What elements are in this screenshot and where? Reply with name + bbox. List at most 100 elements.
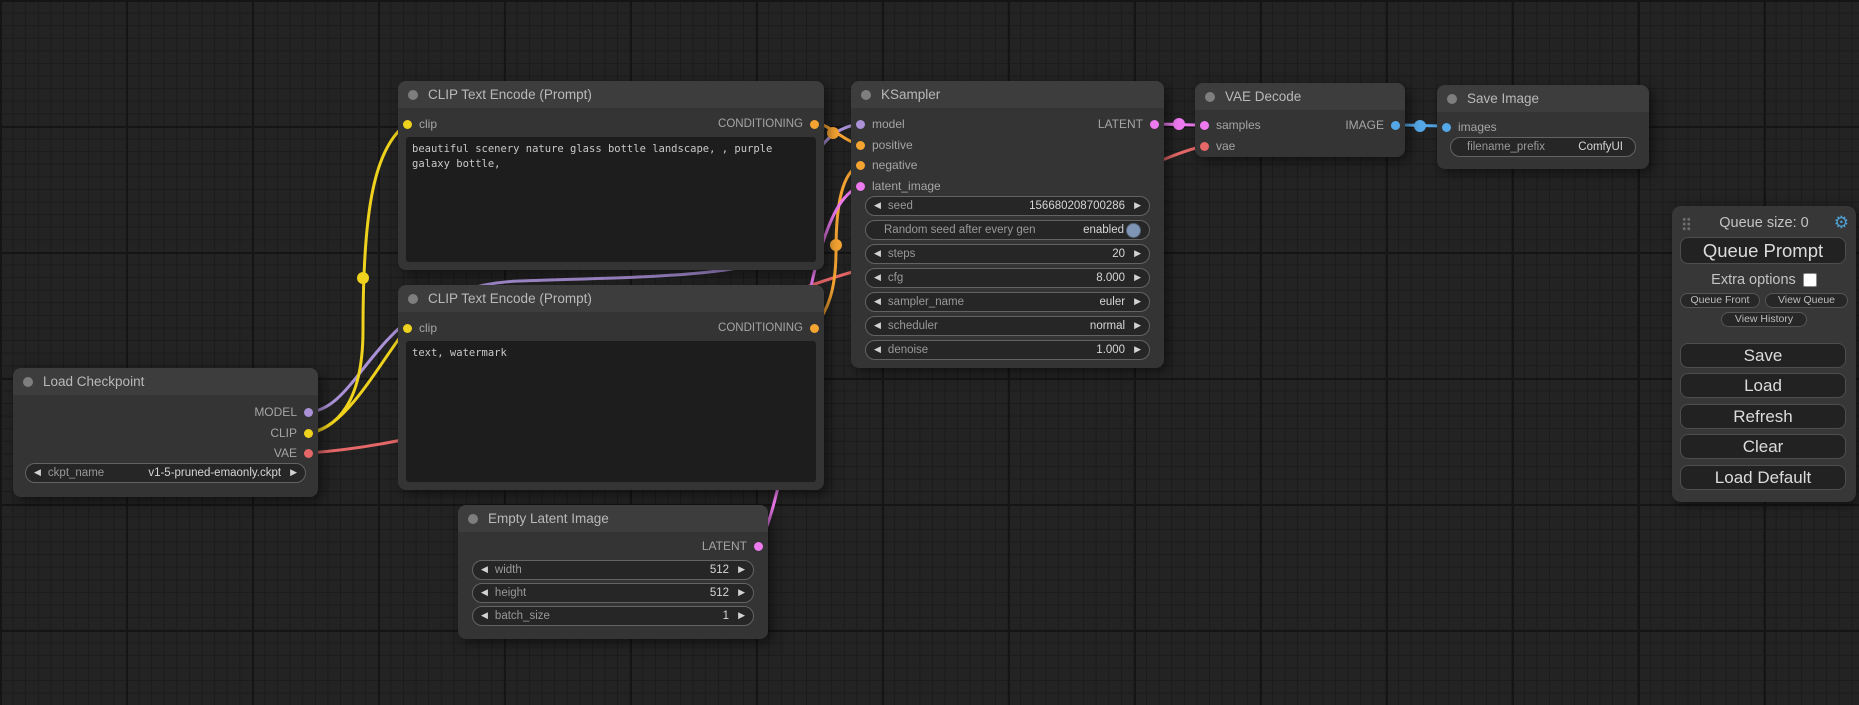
node-graph-canvas[interactable]: Load Checkpoint MODEL CLIP VAE ◀ ckpt_na… bbox=[0, 0, 1859, 705]
image-slot-dot-icon[interactable] bbox=[1391, 121, 1400, 130]
node-title-bar[interactable]: VAE Decode bbox=[1195, 83, 1405, 110]
output-slot-conditioning[interactable]: CONDITIONING bbox=[718, 116, 819, 132]
input-slot-model[interactable]: model bbox=[856, 116, 905, 132]
scheduler-widget[interactable]: ◀ scheduler normal ▶ bbox=[865, 316, 1150, 336]
next-value-arrow-icon[interactable]: ▶ bbox=[290, 468, 297, 478]
node-ksampler[interactable]: KSampler model positive negative latent_… bbox=[851, 81, 1164, 368]
prev-value-arrow-icon[interactable]: ◀ bbox=[34, 468, 41, 478]
output-slot-latent[interactable]: LATENT bbox=[702, 538, 763, 554]
collapse-dot-icon[interactable] bbox=[1447, 94, 1457, 104]
conditioning-slot-dot-icon[interactable] bbox=[856, 161, 865, 170]
next-value-arrow-icon[interactable]: ▶ bbox=[738, 588, 745, 598]
node-load-checkpoint[interactable]: Load Checkpoint MODEL CLIP VAE ◀ ckpt_na… bbox=[13, 368, 318, 497]
input-slot-clip[interactable]: clip bbox=[403, 320, 437, 336]
model-slot-dot-icon[interactable] bbox=[856, 120, 865, 129]
sampler-name-widget[interactable]: ◀ sampler_name euler ▶ bbox=[865, 292, 1150, 312]
prev-value-arrow-icon[interactable]: ◀ bbox=[481, 611, 488, 621]
prev-value-arrow-icon[interactable]: ◀ bbox=[874, 249, 881, 259]
view-queue-button[interactable]: View Queue bbox=[1765, 293, 1848, 308]
conditioning-slot-dot-icon[interactable] bbox=[810, 324, 819, 333]
node-title-bar[interactable]: KSampler bbox=[851, 81, 1164, 108]
load-default-button[interactable]: Load Default bbox=[1680, 465, 1846, 490]
node-title-bar[interactable]: Empty Latent Image bbox=[458, 505, 768, 532]
batch-size-widget[interactable]: ◀ batch_size 1 ▶ bbox=[472, 606, 754, 626]
input-slot-clip[interactable]: clip bbox=[403, 116, 437, 132]
ckpt-name-widget[interactable]: ◀ ckpt_name v1-5-pruned-emaonly.ckpt ▶ bbox=[25, 463, 306, 483]
node-vae-decode[interactable]: VAE Decode samples vae IMAGE bbox=[1195, 83, 1405, 157]
queue-front-button[interactable]: Queue Front bbox=[1680, 293, 1760, 308]
view-history-button[interactable]: View History bbox=[1721, 312, 1807, 327]
node-empty-latent-image[interactable]: Empty Latent Image LATENT ◀ width 512 ▶ … bbox=[458, 505, 768, 639]
output-slot-image[interactable]: IMAGE bbox=[1345, 117, 1400, 133]
node-title-bar[interactable]: CLIP Text Encode (Prompt) bbox=[398, 285, 824, 312]
prev-value-arrow-icon[interactable]: ◀ bbox=[481, 565, 488, 575]
next-value-arrow-icon[interactable]: ▶ bbox=[1134, 345, 1141, 355]
node-clip-text-encode-negative[interactable]: CLIP Text Encode (Prompt) clip CONDITION… bbox=[398, 285, 824, 490]
node-clip-text-encode-positive[interactable]: CLIP Text Encode (Prompt) clip CONDITION… bbox=[398, 81, 824, 270]
next-value-arrow-icon[interactable]: ▶ bbox=[1134, 249, 1141, 259]
prev-value-arrow-icon[interactable]: ◀ bbox=[874, 273, 881, 283]
node-save-image[interactable]: Save Image images filename_prefix ComfyU… bbox=[1437, 85, 1649, 169]
seed-widget[interactable]: ◀ seed 156680208700286 ▶ bbox=[865, 196, 1150, 216]
negative-prompt-textarea[interactable]: text, watermark bbox=[406, 341, 816, 482]
denoise-widget[interactable]: ◀ denoise 1.000 ▶ bbox=[865, 340, 1150, 360]
next-value-arrow-icon[interactable]: ▶ bbox=[738, 611, 745, 621]
collapse-dot-icon[interactable] bbox=[861, 90, 871, 100]
prev-value-arrow-icon[interactable]: ◀ bbox=[874, 297, 881, 307]
model-slot-dot-icon[interactable] bbox=[304, 408, 313, 417]
clip-slot-dot-icon[interactable] bbox=[403, 120, 412, 129]
node-title-bar[interactable]: Save Image bbox=[1437, 85, 1649, 112]
collapse-dot-icon[interactable] bbox=[468, 514, 478, 524]
steps-widget[interactable]: ◀ steps 20 ▶ bbox=[865, 244, 1150, 264]
height-widget[interactable]: ◀ height 512 ▶ bbox=[472, 583, 754, 603]
input-slot-negative[interactable]: negative bbox=[856, 157, 917, 173]
toggle-enabled-icon[interactable] bbox=[1126, 223, 1141, 238]
vae-slot-dot-icon[interactable] bbox=[1200, 142, 1209, 151]
collapse-dot-icon[interactable] bbox=[408, 90, 418, 100]
input-slot-images[interactable]: images bbox=[1442, 119, 1497, 135]
cfg-widget[interactable]: ◀ cfg 8.000 ▶ bbox=[865, 268, 1150, 288]
clip-slot-dot-icon[interactable] bbox=[304, 429, 313, 438]
collapse-dot-icon[interactable] bbox=[408, 294, 418, 304]
clear-button[interactable]: Clear bbox=[1680, 434, 1846, 459]
prev-value-arrow-icon[interactable]: ◀ bbox=[874, 201, 881, 211]
latent-slot-dot-icon[interactable] bbox=[856, 182, 865, 191]
output-slot-clip[interactable]: CLIP bbox=[270, 425, 313, 441]
save-button[interactable]: Save bbox=[1680, 343, 1846, 368]
refresh-button[interactable]: Refresh bbox=[1680, 404, 1846, 429]
next-value-arrow-icon[interactable]: ▶ bbox=[1134, 201, 1141, 211]
collapse-dot-icon[interactable] bbox=[23, 377, 33, 387]
extra-options-checkbox[interactable] bbox=[1803, 273, 1817, 287]
input-slot-vae[interactable]: vae bbox=[1200, 138, 1235, 154]
collapse-dot-icon[interactable] bbox=[1205, 92, 1215, 102]
random-seed-toggle-widget[interactable]: Random seed after every gen enabled bbox=[865, 220, 1150, 240]
input-slot-positive[interactable]: positive bbox=[856, 137, 913, 153]
next-value-arrow-icon[interactable]: ▶ bbox=[1134, 273, 1141, 283]
output-slot-vae[interactable]: VAE bbox=[274, 445, 313, 461]
width-widget[interactable]: ◀ width 512 ▶ bbox=[472, 560, 754, 580]
prev-value-arrow-icon[interactable]: ◀ bbox=[874, 345, 881, 355]
conditioning-slot-dot-icon[interactable] bbox=[810, 120, 819, 129]
filename-prefix-widget[interactable]: filename_prefix ComfyUI bbox=[1450, 137, 1636, 157]
output-slot-conditioning[interactable]: CONDITIONING bbox=[718, 320, 819, 336]
input-slot-latent-image[interactable]: latent_image bbox=[856, 178, 941, 194]
positive-prompt-textarea[interactable]: beautiful scenery nature glass bottle la… bbox=[406, 137, 816, 262]
latent-slot-dot-icon[interactable] bbox=[754, 542, 763, 551]
image-slot-dot-icon[interactable] bbox=[1442, 123, 1451, 132]
next-value-arrow-icon[interactable]: ▶ bbox=[1134, 297, 1141, 307]
vae-slot-dot-icon[interactable] bbox=[304, 449, 313, 458]
output-slot-model[interactable]: MODEL bbox=[254, 404, 313, 420]
node-title-bar[interactable]: Load Checkpoint bbox=[13, 368, 318, 395]
queue-prompt-button[interactable]: Queue Prompt bbox=[1680, 237, 1846, 264]
latent-slot-dot-icon[interactable] bbox=[1150, 120, 1159, 129]
input-slot-samples[interactable]: samples bbox=[1200, 117, 1261, 133]
next-value-arrow-icon[interactable]: ▶ bbox=[738, 565, 745, 575]
settings-gear-icon[interactable]: ⚙ bbox=[1834, 213, 1849, 233]
next-value-arrow-icon[interactable]: ▶ bbox=[1134, 321, 1141, 331]
prev-value-arrow-icon[interactable]: ◀ bbox=[874, 321, 881, 331]
prev-value-arrow-icon[interactable]: ◀ bbox=[481, 588, 488, 598]
output-slot-latent[interactable]: LATENT bbox=[1098, 116, 1159, 132]
clip-slot-dot-icon[interactable] bbox=[403, 324, 412, 333]
node-title-bar[interactable]: CLIP Text Encode (Prompt) bbox=[398, 81, 824, 108]
conditioning-slot-dot-icon[interactable] bbox=[856, 141, 865, 150]
